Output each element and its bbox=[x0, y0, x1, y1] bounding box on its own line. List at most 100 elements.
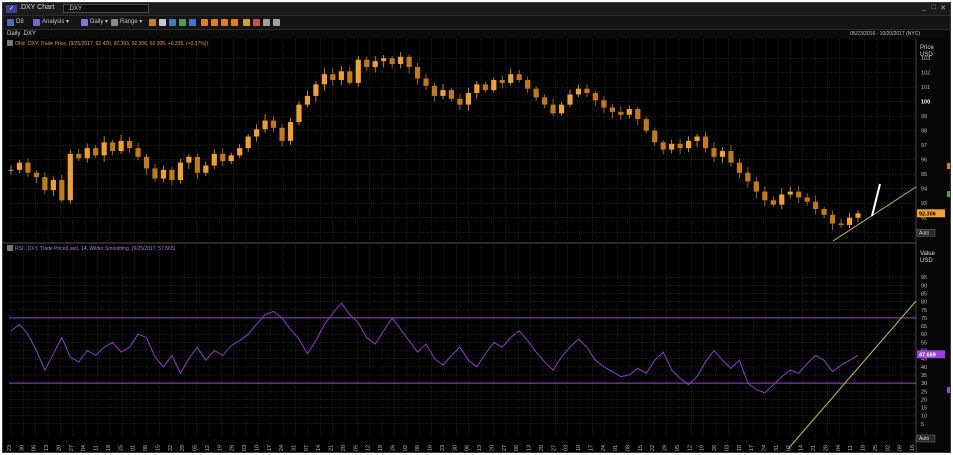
price-last-value: 92.306 bbox=[919, 211, 936, 217]
candle-body bbox=[677, 143, 683, 149]
title-bar: ✓ .DXY Chart .DXY _ □ ✕ bbox=[3, 3, 950, 16]
draw-icon[interactable] bbox=[243, 19, 250, 26]
x-tick-label: 31 bbox=[292, 445, 298, 451]
price-tick-label: 100 bbox=[921, 100, 930, 106]
rsi-tick-label: 30 bbox=[921, 381, 927, 387]
x-tick-label: 04 bbox=[836, 445, 842, 451]
x-tick-label: 06 bbox=[514, 445, 520, 451]
candle-body bbox=[220, 153, 226, 162]
x-tick-label: 28 bbox=[823, 445, 829, 451]
candle-body bbox=[364, 59, 370, 67]
rsi-tick-label: 65 bbox=[921, 324, 927, 330]
candle-type-icon[interactable] bbox=[159, 19, 166, 26]
maximize-button[interactable]: □ bbox=[932, 4, 936, 11]
x-tick-label: 19 bbox=[700, 445, 706, 451]
arrow-up-icon[interactable] bbox=[221, 19, 228, 26]
candle-body bbox=[262, 120, 268, 130]
line-chart-icon[interactable] bbox=[149, 19, 156, 26]
x-tick-label: 06 bbox=[32, 445, 38, 451]
candle-body bbox=[804, 197, 810, 202]
price-tick-label: 95 bbox=[921, 172, 927, 178]
x-tick-label: 27 bbox=[502, 445, 508, 451]
price-tick-label: 97 bbox=[921, 143, 927, 149]
x-tick-label: 05 bbox=[675, 445, 681, 451]
x-tick-label: 04 bbox=[81, 445, 87, 451]
candle-body bbox=[855, 213, 861, 218]
rsi-tick-label: 75 bbox=[921, 308, 927, 314]
symbol-input[interactable]: .DXY bbox=[63, 4, 149, 13]
candle-body bbox=[584, 88, 590, 94]
candle-body bbox=[482, 84, 488, 91]
candle-body bbox=[423, 78, 429, 86]
x-tick-label: 22 bbox=[650, 445, 656, 451]
candle-body bbox=[33, 172, 40, 178]
price-tick-label: 98 bbox=[921, 129, 927, 135]
x-tick-label: 12 bbox=[205, 445, 211, 451]
rsi-tick-label: 95 bbox=[921, 275, 927, 281]
bar-type-icon[interactable] bbox=[169, 19, 176, 26]
x-tick-label: 19 bbox=[378, 445, 384, 451]
candle-body bbox=[143, 156, 150, 169]
x-tick-label: 25 bbox=[873, 445, 879, 451]
arrow-left-icon[interactable] bbox=[201, 19, 208, 26]
x-tick-label: 22 bbox=[168, 445, 174, 451]
candle-body bbox=[618, 111, 624, 115]
candle-body bbox=[279, 127, 285, 141]
toolbar-d8[interactable]: D8 bbox=[16, 18, 30, 27]
rsi-tick-label: 35 bbox=[921, 373, 927, 379]
candle-body bbox=[245, 136, 251, 149]
price-axis-label: Price bbox=[920, 45, 934, 51]
candle-body bbox=[211, 153, 217, 166]
candle-body bbox=[626, 108, 632, 115]
candle-body bbox=[414, 66, 421, 79]
candle-body bbox=[770, 200, 776, 205]
toolbar-range[interactable]: Range ▾ bbox=[120, 18, 142, 27]
candle-body bbox=[93, 148, 99, 156]
candle-body bbox=[347, 71, 353, 83]
x-tick-label: 11 bbox=[848, 445, 854, 451]
price-tick-label: 93 bbox=[921, 201, 927, 207]
toolbar-daily[interactable]: Daily ▾ bbox=[90, 18, 108, 27]
x-tick-label: 26 bbox=[390, 445, 396, 451]
toolbar-analysis[interactable]: Analysis ▾ bbox=[42, 18, 69, 27]
x-tick-label: 15 bbox=[638, 445, 644, 451]
x-tick-label: 16 bbox=[428, 445, 434, 451]
settings-icon[interactable] bbox=[273, 19, 280, 26]
x-tick-label: 30 bbox=[452, 445, 458, 451]
minimize-button[interactable]: _ bbox=[922, 4, 926, 11]
candle-body bbox=[719, 151, 726, 157]
x-tick-label: 08 bbox=[625, 445, 631, 451]
interval-icon[interactable] bbox=[81, 19, 88, 26]
close-button[interactable]: ✕ bbox=[940, 4, 946, 12]
rsi-axis-currency: USD bbox=[920, 258, 933, 264]
candle-body bbox=[846, 217, 853, 225]
calendar-icon[interactable] bbox=[7, 19, 14, 26]
x-tick-label: 12 bbox=[687, 445, 693, 451]
candle-body bbox=[228, 155, 234, 162]
arrow-down-icon[interactable] bbox=[231, 19, 238, 26]
arrow-right-icon[interactable] bbox=[211, 19, 218, 26]
rsi-last-value: 47.669 bbox=[919, 352, 936, 358]
delete-icon[interactable] bbox=[253, 19, 260, 26]
x-tick-label: 21 bbox=[811, 445, 817, 451]
x-tick-label: 20 bbox=[489, 445, 495, 451]
candle-body bbox=[338, 71, 344, 80]
candle-body bbox=[296, 104, 302, 123]
candle-body bbox=[42, 177, 48, 191]
candle-body bbox=[550, 104, 556, 114]
candle-body bbox=[702, 136, 709, 149]
analysis-icon[interactable] bbox=[33, 19, 40, 26]
zoom-icon[interactable] bbox=[189, 19, 196, 26]
x-tick-label: 02 bbox=[885, 445, 891, 451]
candle-body bbox=[186, 156, 192, 163]
candle-body bbox=[16, 162, 23, 170]
range-icon[interactable] bbox=[111, 19, 118, 26]
rsi-auto-label: Auto bbox=[919, 436, 930, 442]
x-tick-label: 29 bbox=[180, 445, 186, 451]
candle-body bbox=[728, 151, 734, 163]
x-tick-label: 10 bbox=[737, 445, 743, 451]
volume-icon[interactable] bbox=[179, 19, 186, 26]
chart-canvas[interactable]: 23 30 06 13 20 27 04 11 18 25 01 08 15 22 29 05 12 19 26 03… bbox=[3, 39, 950, 452]
x-tick-label: 23 bbox=[7, 445, 13, 451]
print-icon[interactable] bbox=[263, 19, 270, 26]
